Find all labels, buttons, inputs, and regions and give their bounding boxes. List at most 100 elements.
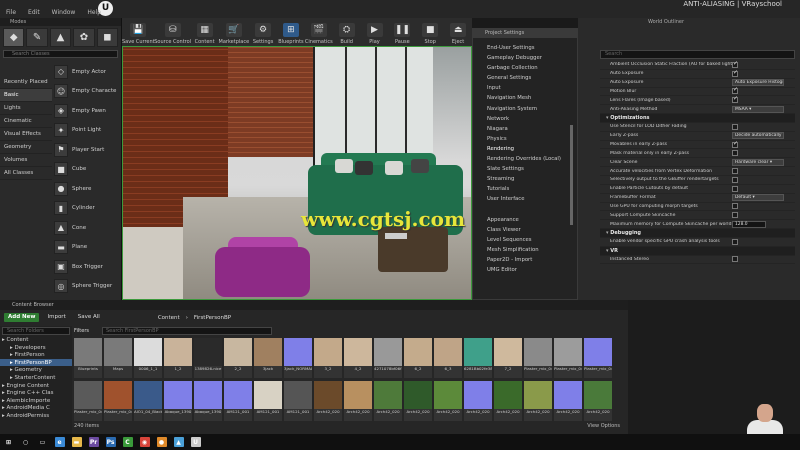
settings-item[interactable]: Tutorials — [487, 184, 561, 194]
property-checkbox[interactable] — [732, 69, 738, 77]
asset-tile[interactable]: Maps — [104, 338, 132, 378]
asset-tile[interactable]: Arch42_020 — [554, 381, 582, 421]
asset-tile[interactable]: 1_2 — [164, 338, 192, 378]
asset-tile[interactable]: 6_2 — [404, 338, 432, 378]
property-checkbox[interactable] — [732, 185, 738, 192]
asset-tile[interactable]: 0006_1_1 — [134, 338, 162, 378]
settings-item[interactable]: Input — [487, 83, 561, 93]
settings-scrollbar[interactable] — [570, 125, 573, 225]
property-checkbox[interactable] — [732, 123, 738, 130]
asset-search-input[interactable]: Search FirstPersonBP — [102, 326, 272, 335]
settings-button[interactable]: ⚙ Settings — [249, 18, 277, 46]
edge-icon[interactable]: e — [51, 434, 68, 450]
asset-tile[interactable]: Plaster_mix_04_thick — [104, 381, 132, 421]
content-browser-tab[interactable]: Content Browser — [0, 300, 628, 310]
unreal-icon[interactable]: U — [187, 434, 204, 450]
app-icon[interactable]: ▲ — [170, 434, 187, 450]
source-control-button[interactable]: ⛁ Source Control — [154, 18, 191, 46]
asset-tile[interactable]: 3_2 — [314, 338, 342, 378]
property-number-field[interactable]: 128.0 — [732, 220, 766, 228]
photoshop-icon[interactable]: Ps — [102, 434, 119, 450]
eject-button[interactable]: ⏏ Eject — [444, 18, 472, 46]
breadcrumb-firstpersonbp[interactable]: FirstPersonBP — [194, 315, 231, 321]
asset-tile[interactable]: 4271078bf06f315fcec_c — [374, 338, 402, 378]
property-checkbox[interactable] — [732, 212, 738, 219]
settings-item[interactable]: Rendering — [487, 144, 561, 154]
actor-item[interactable]: ▣ Box Trigger — [52, 257, 122, 277]
settings-item[interactable]: Class Viewer — [487, 225, 561, 235]
settings-item[interactable]: Streaming — [487, 174, 561, 184]
filters-button[interactable]: Filters — [74, 328, 102, 334]
folder-item[interactable]: ▸ Engine C++ Clas — [0, 389, 72, 397]
asset-tile[interactable]: AM121_001 — [254, 381, 282, 421]
breadcrumb-content[interactable]: Content — [158, 315, 180, 321]
view-options-button[interactable]: View Options — [587, 423, 626, 429]
asset-tile[interactable]: Plaster_mix_04_spec — [74, 381, 102, 421]
property-dropdown[interactable]: MSAA ▾ — [732, 105, 784, 113]
settings-item[interactable]: Level Sequences — [487, 235, 561, 245]
category-item[interactable]: Volumes — [0, 154, 52, 167]
asset-tile[interactable]: Arch42_020 — [494, 381, 522, 421]
settings-item[interactable]: Physics — [487, 134, 561, 144]
settings-item[interactable]: Appearance — [487, 215, 561, 225]
premiere-icon[interactable]: Pr — [85, 434, 102, 450]
task-view-icon[interactable]: ▭ — [34, 434, 51, 450]
asset-tile[interactable]: 4_2 — [344, 338, 372, 378]
folder-item[interactable]: ▸ FirstPersonBP — [0, 358, 72, 367]
category-item[interactable]: Visual Effects — [0, 128, 52, 141]
search-icon[interactable]: ○ — [17, 434, 34, 450]
search-classes-input[interactable]: Search Classes — [3, 50, 118, 58]
property-checkbox[interactable] — [732, 168, 738, 175]
asset-tile[interactable]: Blueprints — [74, 338, 102, 378]
settings-item[interactable]: Navigation System — [487, 104, 561, 114]
blueprints-button[interactable]: ⊞ Blueprints — [277, 18, 305, 46]
category-item[interactable]: Recently Placed — [0, 76, 52, 89]
cinematics-button[interactable]: 🎬 Cinematics — [305, 18, 333, 46]
category-item[interactable]: All Classes — [0, 167, 52, 180]
menu-edit[interactable]: Edit — [28, 9, 40, 16]
actor-item[interactable]: ■ Cube — [52, 160, 122, 180]
media-icon[interactable]: ● — [153, 434, 170, 450]
folder-item[interactable]: ▸ AlembicImporte — [0, 397, 72, 405]
property-checkbox[interactable] — [732, 86, 738, 95]
property-checkbox[interactable] — [732, 203, 738, 210]
details-search-input[interactable]: Search — [600, 50, 795, 59]
actor-item[interactable]: ▮ Cylinder — [52, 199, 122, 219]
landscape-mode-icon[interactable]: ▲ — [49, 28, 72, 47]
asset-tile[interactable]: Arch42_020 — [524, 381, 552, 421]
world-outliner-tab[interactable]: World Outliner — [648, 18, 684, 26]
camtasia-icon[interactable]: C — [119, 434, 136, 450]
marketplace-button[interactable]: 🛒 Marketplace — [219, 18, 249, 46]
asset-tile[interactable]: Arch42_020 — [584, 381, 612, 421]
explorer-icon[interactable]: ▬ — [68, 434, 85, 450]
build-button[interactable]: ⛭ Build — [333, 18, 361, 46]
asset-tile[interactable]: Abaque_1390 — [194, 381, 222, 421]
folder-item[interactable]: ▸ Engine Content — [0, 382, 72, 390]
save-all-button[interactable]: Save All — [74, 313, 104, 322]
property-checkbox[interactable] — [732, 95, 738, 104]
menu-file[interactable]: File — [6, 9, 16, 16]
category-item[interactable]: Geometry — [0, 141, 52, 154]
section-header[interactable]: VR — [600, 246, 795, 256]
windows-start-icon[interactable]: ⊞ — [0, 434, 17, 450]
folder-item[interactable]: ▸ StarterContent — [0, 374, 72, 382]
settings-item[interactable]: End-User Settings — [487, 43, 561, 53]
asset-tile[interactable]: 3jack_NORMAL — [284, 338, 312, 378]
property-checkbox[interactable] — [732, 60, 738, 68]
asset-tile[interactable]: Arch42_020 — [464, 381, 492, 421]
modes-tab[interactable]: Modes — [0, 18, 121, 26]
place-mode-icon[interactable]: ◆ — [3, 28, 25, 47]
asset-tile[interactable]: AM121_001 — [284, 381, 312, 421]
asset-tile[interactable]: 3jack — [254, 338, 282, 378]
folder-item[interactable]: ▸ FirstPerson — [0, 351, 72, 359]
stop-button[interactable]: ■ Stop — [416, 18, 444, 46]
actor-item[interactable]: ● Sphere — [52, 179, 122, 199]
actor-item[interactable]: ▲ Cone — [52, 218, 122, 238]
asset-tile[interactable]: 6_3 — [434, 338, 462, 378]
folder-item[interactable]: ▸ AndroidPermiss — [0, 412, 72, 420]
pause-button[interactable]: ❚❚ Pause — [388, 18, 416, 46]
level-viewport[interactable]: www.cgtsj.com — [122, 46, 472, 300]
foliage-mode-icon[interactable]: ✿ — [73, 28, 95, 47]
property-dropdown[interactable]: Decide automatically ▾ — [732, 132, 784, 140]
project-settings-tab[interactable]: Project Settings — [473, 29, 577, 38]
